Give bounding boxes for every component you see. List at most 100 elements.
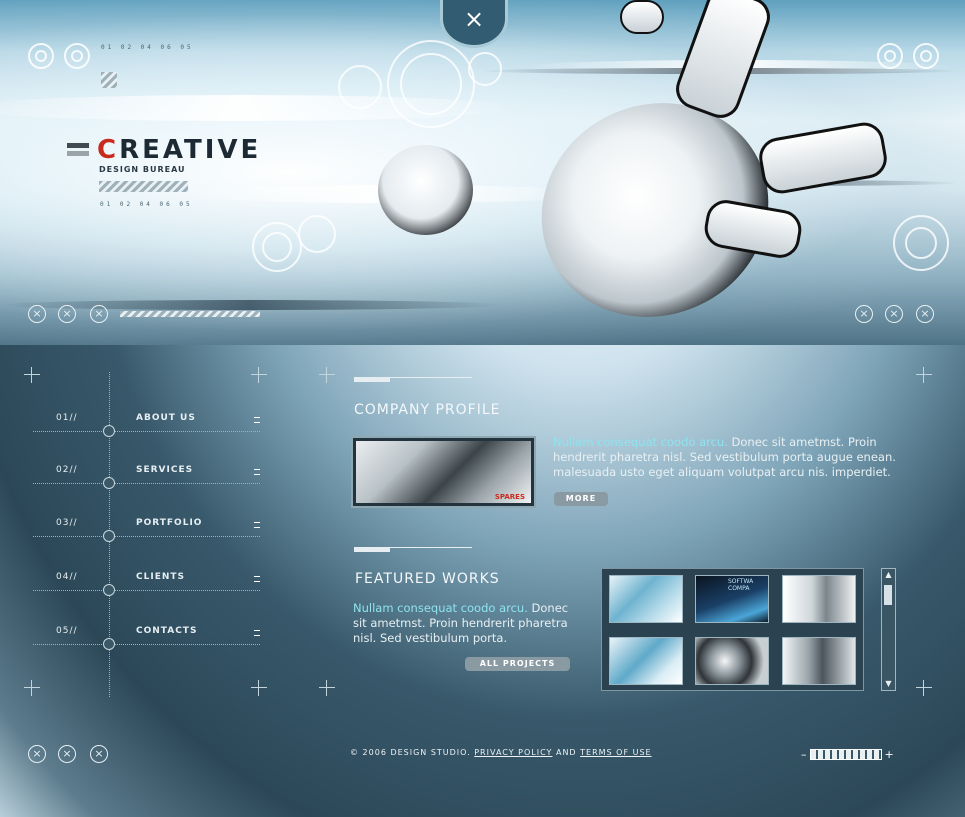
- dark-streak: [0, 300, 500, 310]
- nav-item-about-us[interactable]: 01// ABOUT US: [33, 395, 260, 447]
- corner-ring-icon: [64, 43, 90, 69]
- crosshair-icon: [916, 680, 932, 696]
- volume-down-icon[interactable]: –: [801, 748, 807, 761]
- nav-rule: [33, 483, 260, 484]
- ring-icon: [468, 52, 502, 86]
- close-icon[interactable]: ×: [440, 0, 508, 48]
- all-projects-button[interactable]: ALL PROJECTS: [465, 657, 570, 671]
- crosshair-icon: [24, 680, 40, 696]
- scroll-up-icon[interactable]: ▲: [882, 569, 895, 581]
- privacy-policy-link[interactable]: PRIVACY POLICY: [474, 748, 552, 757]
- terms-of-use-link[interactable]: TERMS OF USE: [580, 748, 651, 757]
- nav-node-icon: [103, 638, 115, 650]
- crosshair-icon: [319, 367, 335, 383]
- nav-item-portfolio[interactable]: 03// PORTFOLIO: [33, 500, 260, 552]
- nav-node-icon: [103, 425, 115, 437]
- nav-number: 02//: [56, 465, 78, 475]
- nav-number: 03//: [56, 518, 78, 528]
- nav-number: 01//: [56, 413, 78, 423]
- scroll-thumb[interactable]: [884, 585, 892, 605]
- nav-rule: [33, 431, 260, 432]
- small-robot-image: [378, 145, 473, 235]
- tiny-numbers: 01 02 04 06 05: [100, 201, 193, 208]
- x-circle-icon[interactable]: ×: [90, 305, 108, 323]
- hero-banner: × 01 02 04 06 05 CREATIVE DESIGN BUREAU …: [0, 0, 965, 345]
- gallery-thumbnail[interactable]: [782, 575, 856, 623]
- nav-node-icon: [103, 584, 115, 596]
- section-rule: [354, 547, 390, 552]
- ring-icon: [400, 53, 462, 115]
- nav-label[interactable]: SERVICES: [136, 465, 193, 475]
- volume-bar[interactable]: [809, 748, 882, 760]
- gallery-thumbnail[interactable]: [695, 637, 769, 685]
- nav-number: 04//: [56, 572, 78, 582]
- company-profile-title: COMPANY PROFILE: [354, 402, 501, 418]
- gallery-thumbnail[interactable]: SOFTWA COMPA: [695, 575, 769, 623]
- gallery-thumbnail[interactable]: [609, 575, 683, 623]
- ring-icon: [298, 215, 336, 253]
- x-circle-icon[interactable]: ×: [855, 305, 873, 323]
- crosshair-icon: [916, 367, 932, 383]
- crosshair-icon: [24, 367, 40, 383]
- hatch-bar: [99, 181, 188, 192]
- x-circle-icon[interactable]: ×: [58, 745, 76, 763]
- menu-dash-icon: [254, 576, 260, 582]
- nav-rule: [33, 644, 260, 645]
- volume-up-icon[interactable]: +: [885, 748, 894, 761]
- corner-ring-icon: [28, 43, 54, 69]
- gallery-thumbnail[interactable]: [609, 637, 683, 685]
- footer-and: AND: [555, 748, 577, 757]
- crosshair-icon: [319, 680, 335, 696]
- x-circle-icon[interactable]: ×: [58, 305, 76, 323]
- gallery-thumbnail[interactable]: [782, 637, 856, 685]
- nav-node-icon: [103, 477, 115, 489]
- nav-rule: [33, 536, 260, 537]
- logo-mark: [67, 151, 89, 156]
- x-circle-icon[interactable]: ×: [28, 305, 46, 323]
- crosshair-icon: [251, 680, 267, 696]
- section-rule: [390, 377, 472, 378]
- hatch-block: [101, 72, 117, 88]
- corner-ring-icon: [877, 43, 903, 69]
- nav-label[interactable]: CONTACTS: [136, 626, 197, 636]
- logo[interactable]: CREATIVE: [97, 136, 261, 164]
- tagline: DESIGN BUREAU: [99, 165, 186, 174]
- more-button[interactable]: MORE: [554, 492, 608, 506]
- nav-rule: [33, 590, 260, 591]
- robot-arm: [620, 0, 664, 34]
- x-circle-icon[interactable]: ×: [885, 305, 903, 323]
- nav-item-clients[interactable]: 04// CLIENTS: [33, 554, 260, 606]
- menu-dash-icon: [254, 417, 260, 423]
- works-gallery: SOFTWA COMPA: [601, 568, 864, 691]
- nav-label[interactable]: ABOUT US: [136, 413, 196, 423]
- profile-thumbnail[interactable]: SPARES: [351, 436, 536, 508]
- gallery-scrollbar[interactable]: ▲ ▼: [881, 568, 896, 691]
- nav-item-services[interactable]: 02// SERVICES: [33, 447, 260, 499]
- hatch-bar: [120, 311, 260, 317]
- thumb-caption: SOFTWA COMPA: [728, 578, 754, 592]
- section-rule: [390, 547, 472, 548]
- copyright: © 2006 DESIGN STUDIO.: [350, 748, 471, 757]
- tiny-numbers: 01 02 04 06 05: [101, 44, 194, 51]
- ring-icon: [262, 232, 292, 262]
- featured-works-title: FEATURED WORKS: [355, 571, 500, 587]
- scroll-down-icon[interactable]: ▼: [882, 678, 895, 690]
- crosshair-icon: [251, 367, 267, 383]
- logo-mark: [67, 143, 89, 148]
- section-rule: [354, 377, 390, 382]
- nav-label[interactable]: PORTFOLIO: [136, 518, 202, 528]
- menu-dash-icon: [254, 522, 260, 528]
- x-circle-icon[interactable]: ×: [28, 745, 46, 763]
- volume-control[interactable]: – +: [801, 748, 894, 761]
- ring-icon: [338, 65, 382, 109]
- footer: © 2006 DESIGN STUDIO. PRIVACY POLICY AND…: [350, 748, 652, 757]
- x-circle-icon[interactable]: ×: [916, 305, 934, 323]
- x-circle-icon[interactable]: ×: [90, 745, 108, 763]
- ring-icon: [905, 227, 937, 259]
- nav-number: 05//: [56, 626, 78, 636]
- nav-label[interactable]: CLIENTS: [136, 572, 185, 582]
- thumb-caption: SPARES: [494, 493, 525, 501]
- nav-item-contacts[interactable]: 05// CONTACTS: [33, 608, 260, 660]
- featured-works-text: Nullam consequat coodo arcu. Donec sit a…: [353, 601, 569, 645]
- corner-ring-icon: [913, 43, 939, 69]
